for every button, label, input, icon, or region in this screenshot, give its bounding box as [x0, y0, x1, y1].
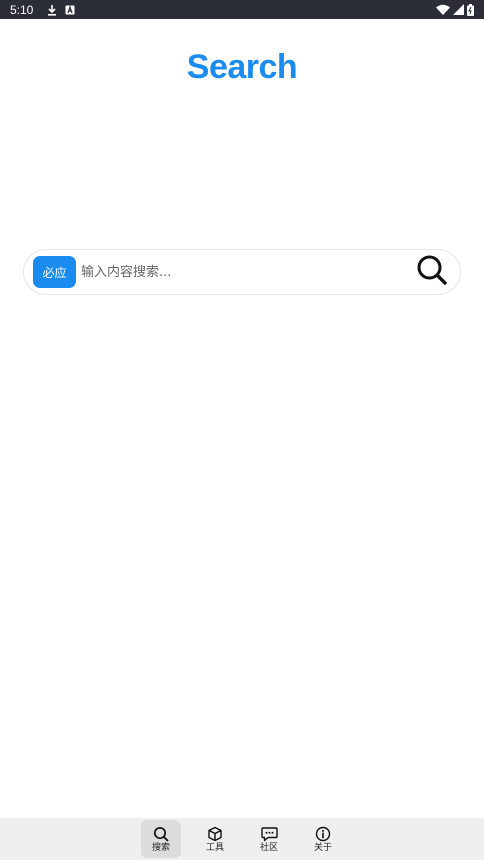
status-bar: 5:10: [0, 0, 484, 19]
nav-label-community: 社区: [259, 842, 278, 853]
search-submit-button[interactable]: [412, 252, 452, 292]
nav-item-community[interactable]: 社区: [249, 820, 289, 858]
info-icon: [315, 826, 331, 842]
wifi-icon: [436, 4, 450, 15]
bottom-nav: 搜索 工具 社区 关于: [0, 818, 484, 860]
search-bar: 必应: [23, 249, 461, 295]
nav-item-tools[interactable]: 工具: [195, 820, 235, 858]
search-input[interactable]: [76, 250, 412, 294]
notification-a-icon: [65, 4, 75, 15]
nav-item-about[interactable]: 关于: [303, 820, 343, 858]
nav-item-search[interactable]: 搜索: [141, 820, 181, 858]
status-right-icons: [436, 3, 474, 16]
nav-label-search: 搜索: [151, 842, 170, 853]
nav-label-about: 关于: [313, 842, 332, 853]
cube-icon: [207, 826, 223, 842]
battery-icon: [467, 3, 474, 16]
chat-bubble-icon: [260, 826, 278, 842]
nav-label-tools: 工具: [205, 842, 224, 853]
status-left-icons: [47, 4, 75, 16]
search-icon: [153, 826, 169, 842]
search-engine-button[interactable]: 必应: [33, 256, 76, 288]
status-time: 5:10: [10, 2, 34, 17]
download-icon: [47, 4, 57, 16]
signal-icon: [453, 4, 464, 15]
search-icon: [416, 254, 448, 290]
app-title: Search: [186, 48, 298, 86]
